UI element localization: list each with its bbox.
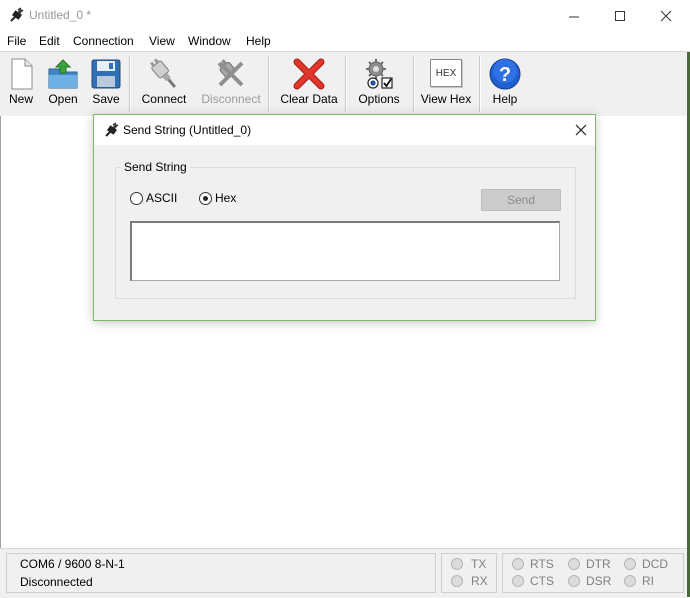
dialog-title: Send String (Untitled_0) — [123, 123, 252, 137]
connect-label: Connect — [141, 92, 187, 106]
title-bar: Untitled_0 * — [0, 0, 690, 31]
options-label: Options — [358, 92, 400, 106]
txrx-panel: TX RX — [441, 553, 497, 593]
new-button[interactable]: New — [4, 52, 38, 114]
cts-label: CTS — [530, 574, 554, 588]
toolbar-separator — [413, 56, 415, 112]
rx-led — [451, 575, 463, 587]
connection-status-panel: COM6 / 9600 8-N-1 Disconnected — [6, 553, 436, 593]
open-button[interactable]: Open — [44, 52, 82, 114]
dtr-label: DTR — [586, 557, 611, 571]
minimize-icon — [569, 16, 579, 17]
tx-label: TX — [471, 557, 487, 571]
menu-view[interactable]: View — [149, 34, 175, 48]
toolbar: New Open Save Connect Disconnect Clear D… — [0, 51, 690, 117]
help-button[interactable]: ? Help — [486, 52, 524, 114]
menu-edit[interactable]: Edit — [39, 34, 60, 48]
new-label: New — [8, 92, 33, 106]
toolbar-separator — [268, 56, 270, 112]
dialog-plug-icon — [105, 122, 119, 137]
clear-data-button[interactable]: Clear Data — [278, 52, 340, 114]
menu-help[interactable]: Help — [246, 34, 271, 48]
window-close-button[interactable] — [643, 0, 689, 31]
plug-disconnect-icon — [217, 59, 244, 87]
new-file-icon — [11, 58, 33, 90]
menu-window[interactable]: Window — [188, 34, 231, 48]
options-gear-icon — [366, 59, 393, 89]
options-button[interactable]: Options — [354, 52, 404, 114]
dtr-led — [568, 558, 580, 570]
dcd-label: DCD — [642, 557, 668, 571]
send-string-dialog: Send String (Untitled_0) Send String ASC… — [93, 114, 596, 321]
ri-led — [624, 575, 636, 587]
minimize-button[interactable] — [551, 0, 597, 31]
save-label: Save — [92, 92, 120, 106]
dsr-led — [568, 575, 580, 587]
view-hex-button[interactable]: HEX View Hex — [420, 52, 472, 114]
menu-connection[interactable]: Connection — [73, 34, 134, 48]
plug-connect-icon — [150, 58, 177, 88]
red-x-clear-icon — [293, 58, 325, 90]
hex-icon: HEX — [430, 59, 462, 87]
close-icon — [660, 10, 672, 21]
save-floppy-icon — [91, 59, 121, 89]
close-icon — [575, 124, 586, 136]
tx-led — [451, 558, 463, 570]
toolbar-separator — [129, 56, 131, 112]
hex-radio-label[interactable]: Hex — [215, 191, 236, 205]
hex-radio[interactable] — [199, 192, 212, 205]
dialog-close-button[interactable] — [566, 115, 595, 145]
app-plug-icon — [10, 7, 24, 22]
send-string-input[interactable] — [130, 221, 560, 281]
maximize-button[interactable] — [597, 0, 643, 31]
open-folder-icon — [48, 59, 78, 89]
groupbox-label: Send String — [121, 160, 190, 174]
disconnect-label: Disconnect — [201, 92, 261, 106]
rts-label: RTS — [530, 557, 554, 571]
svg-text:?: ? — [499, 64, 511, 86]
connect-button[interactable]: Connect — [138, 52, 190, 114]
cts-led — [512, 575, 524, 587]
help-question-icon: ? — [489, 58, 521, 90]
dsr-label: DSR — [586, 574, 612, 588]
connection-state: Disconnected — [20, 575, 93, 589]
clear-data-label: Clear Data — [280, 92, 338, 106]
view-hex-label: View Hex — [420, 92, 472, 106]
open-label: Open — [48, 92, 78, 106]
control-lines-panel: RTS CTS DTR DSR DCD RI — [502, 553, 684, 593]
port-settings: COM6 / 9600 8-N-1 — [20, 557, 125, 571]
disconnect-button: Disconnect — [198, 52, 264, 114]
rts-led — [512, 558, 524, 570]
send-button: Send — [481, 189, 561, 211]
dialog-title-bar[interactable]: Send String (Untitled_0) — [94, 115, 595, 145]
ascii-radio-label[interactable]: ASCII — [146, 191, 177, 205]
send-button-label: Send — [506, 193, 536, 207]
save-button[interactable]: Save — [88, 52, 124, 114]
ascii-radio[interactable] — [130, 192, 143, 205]
ri-label: RI — [642, 574, 654, 588]
menu-file[interactable]: File — [7, 34, 26, 48]
menu-bar: File Edit Connection View Window Help — [0, 31, 690, 51]
rx-label: RX — [471, 574, 488, 588]
maximize-icon — [615, 10, 625, 21]
window-title: Untitled_0 * — [29, 8, 92, 22]
help-label: Help — [492, 92, 518, 106]
toolbar-separator — [345, 56, 347, 112]
dcd-led — [624, 558, 636, 570]
toolbar-separator — [479, 56, 481, 112]
hex-icon-text: HEX — [435, 67, 457, 79]
